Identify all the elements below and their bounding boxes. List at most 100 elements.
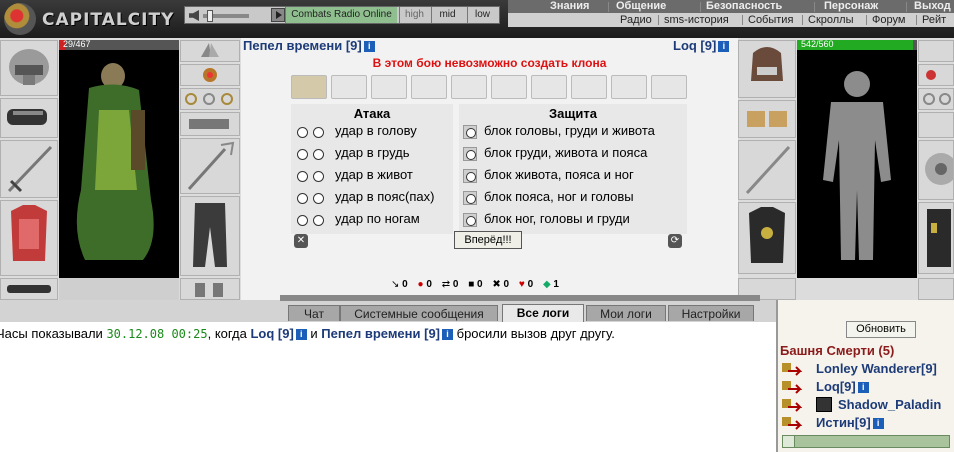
defense-radio[interactable] — [463, 169, 477, 183]
player-list-item[interactable]: Loq[9] i — [782, 379, 954, 396]
tab-system-messages[interactable]: Системные сообщения — [340, 305, 498, 321]
attack-radio[interactable] — [297, 171, 308, 182]
bracers-slot[interactable] — [738, 100, 796, 138]
submenu-rating[interactable]: Рейт — [922, 13, 946, 27]
attack-radio[interactable] — [313, 215, 324, 226]
radio-station-button[interactable]: Combats Radio Online — [285, 7, 397, 23]
private-message-icon[interactable] — [782, 362, 802, 376]
submenu-events[interactable]: События — [748, 13, 793, 27]
helmet-slot[interactable] — [738, 40, 796, 98]
gloves-slot[interactable] — [918, 112, 954, 138]
private-message-icon[interactable] — [782, 398, 802, 412]
submenu-sms-history[interactable]: sms-история — [664, 13, 729, 27]
boots-slot[interactable] — [918, 278, 954, 300]
gloves-slot[interactable] — [180, 112, 240, 136]
attack-radio[interactable] — [313, 149, 324, 160]
enemy-nick[interactable]: Loq [9] i — [673, 38, 730, 53]
player-list-item[interactable]: Lonley Wanderer[9] — [782, 361, 954, 378]
armor-slot[interactable] — [738, 202, 796, 274]
rings-slot[interactable] — [918, 88, 954, 110]
clone-slot-active[interactable] — [291, 75, 327, 99]
enemy-name[interactable]: Loq [9] — [673, 38, 716, 53]
pants-slot[interactable] — [180, 196, 240, 276]
player-list-item[interactable]: Shadow_Paladin — [782, 397, 954, 414]
info-icon[interactable]: i — [295, 329, 307, 340]
defense-radio[interactable] — [463, 191, 477, 205]
info-icon[interactable]: i — [442, 329, 454, 340]
clone-slot[interactable] — [651, 75, 687, 99]
player-name[interactable]: Пепел времени [9] — [243, 38, 362, 53]
quality-low-button[interactable]: low — [467, 7, 497, 23]
enemy-portrait[interactable]: 542/560 — [797, 39, 917, 278]
chat-log[interactable]: Часы показывали 30.12.08 00:25, когда Lo… — [0, 322, 776, 452]
clone-slot[interactable] — [571, 75, 607, 99]
offhand-slot[interactable] — [180, 138, 240, 194]
play-button[interactable] — [271, 8, 285, 22]
earring-slot[interactable] — [918, 40, 954, 62]
rings-slot[interactable] — [180, 88, 240, 110]
player-name[interactable]: Истин[9] i — [816, 415, 884, 430]
boots-slot[interactable] — [180, 278, 240, 300]
player-name[interactable]: Lonley Wanderer[9] — [816, 361, 937, 376]
refresh-icon[interactable]: ⟳ — [668, 234, 682, 248]
submenu-radio[interactable]: Радио — [620, 13, 652, 27]
clone-slot[interactable] — [491, 75, 527, 99]
private-message-icon[interactable] — [782, 380, 802, 394]
info-icon[interactable]: i — [718, 41, 730, 52]
player-name[interactable]: Loq[9] i — [816, 379, 869, 394]
cancel-icon[interactable]: ✕ — [294, 234, 308, 248]
clone-slot[interactable] — [331, 75, 367, 99]
attack-radio[interactable] — [313, 127, 324, 138]
speaker-icon[interactable] — [189, 10, 199, 21]
amulet-slot[interactable] — [918, 64, 954, 86]
player-portrait[interactable]: 29/467 — [59, 39, 179, 278]
submenu-scrolls[interactable]: Скроллы — [808, 13, 854, 27]
log-nick[interactable]: Пепел времени [9] — [321, 326, 440, 341]
clone-slot[interactable] — [371, 75, 407, 99]
quality-high-button[interactable]: high — [399, 7, 429, 23]
tab-chat[interactable]: Чат — [288, 305, 340, 321]
clone-slot[interactable] — [611, 75, 647, 99]
defense-radio[interactable] — [463, 125, 477, 139]
clone-slot[interactable] — [451, 75, 487, 99]
menu-character[interactable]: Персонаж — [824, 0, 878, 13]
refresh-button[interactable]: Обновить — [846, 321, 916, 338]
belt-slot[interactable] — [0, 278, 58, 300]
menu-knowledge[interactable]: Знания — [550, 0, 589, 13]
tab-my-logs[interactable]: Мои логи — [586, 305, 666, 321]
info-icon[interactable]: i — [857, 382, 869, 393]
forward-button[interactable]: Вперёд!!! — [454, 231, 522, 249]
attack-radio[interactable] — [297, 149, 308, 160]
quality-mid-button[interactable]: mid — [431, 7, 463, 23]
info-icon[interactable]: i — [363, 41, 375, 52]
attack-radio[interactable] — [313, 171, 324, 182]
log-nick[interactable]: Loq [9] — [250, 326, 293, 341]
menu-security[interactable]: Безопасность — [706, 0, 782, 13]
armor-slot[interactable] — [0, 200, 58, 276]
logo[interactable]: CAPITALCITY — [0, 0, 182, 38]
defense-radio[interactable] — [463, 213, 477, 227]
attack-radio[interactable] — [297, 127, 308, 138]
defense-radio[interactable] — [463, 147, 477, 161]
clone-slot[interactable] — [531, 75, 567, 99]
pants-slot[interactable] — [918, 202, 954, 274]
log-time[interactable]: 30.12.08 00:25 — [106, 327, 207, 341]
menu-communication[interactable]: Общение — [616, 0, 666, 13]
scroll-left-button[interactable] — [783, 436, 795, 447]
amulet-slot[interactable] — [180, 64, 240, 86]
volume-knob[interactable] — [207, 10, 213, 22]
info-icon[interactable]: i — [872, 418, 884, 429]
weapon-slot[interactable] — [738, 140, 796, 200]
shield-slot[interactable] — [918, 140, 954, 200]
clone-slot[interactable] — [411, 75, 447, 99]
player-name[interactable]: Shadow_Paladin — [838, 397, 941, 412]
private-message-icon[interactable] — [782, 416, 802, 430]
submenu-forum[interactable]: Форум — [872, 13, 905, 27]
helmet-slot[interactable] — [0, 40, 58, 96]
attack-radio[interactable] — [313, 193, 324, 204]
tab-settings[interactable]: Настройки — [668, 305, 754, 321]
attack-radio[interactable] — [297, 215, 308, 226]
horizontal-scrollbar[interactable] — [782, 435, 950, 448]
menu-exit[interactable]: Выход — [914, 0, 951, 13]
weapon-slot[interactable] — [0, 140, 58, 198]
